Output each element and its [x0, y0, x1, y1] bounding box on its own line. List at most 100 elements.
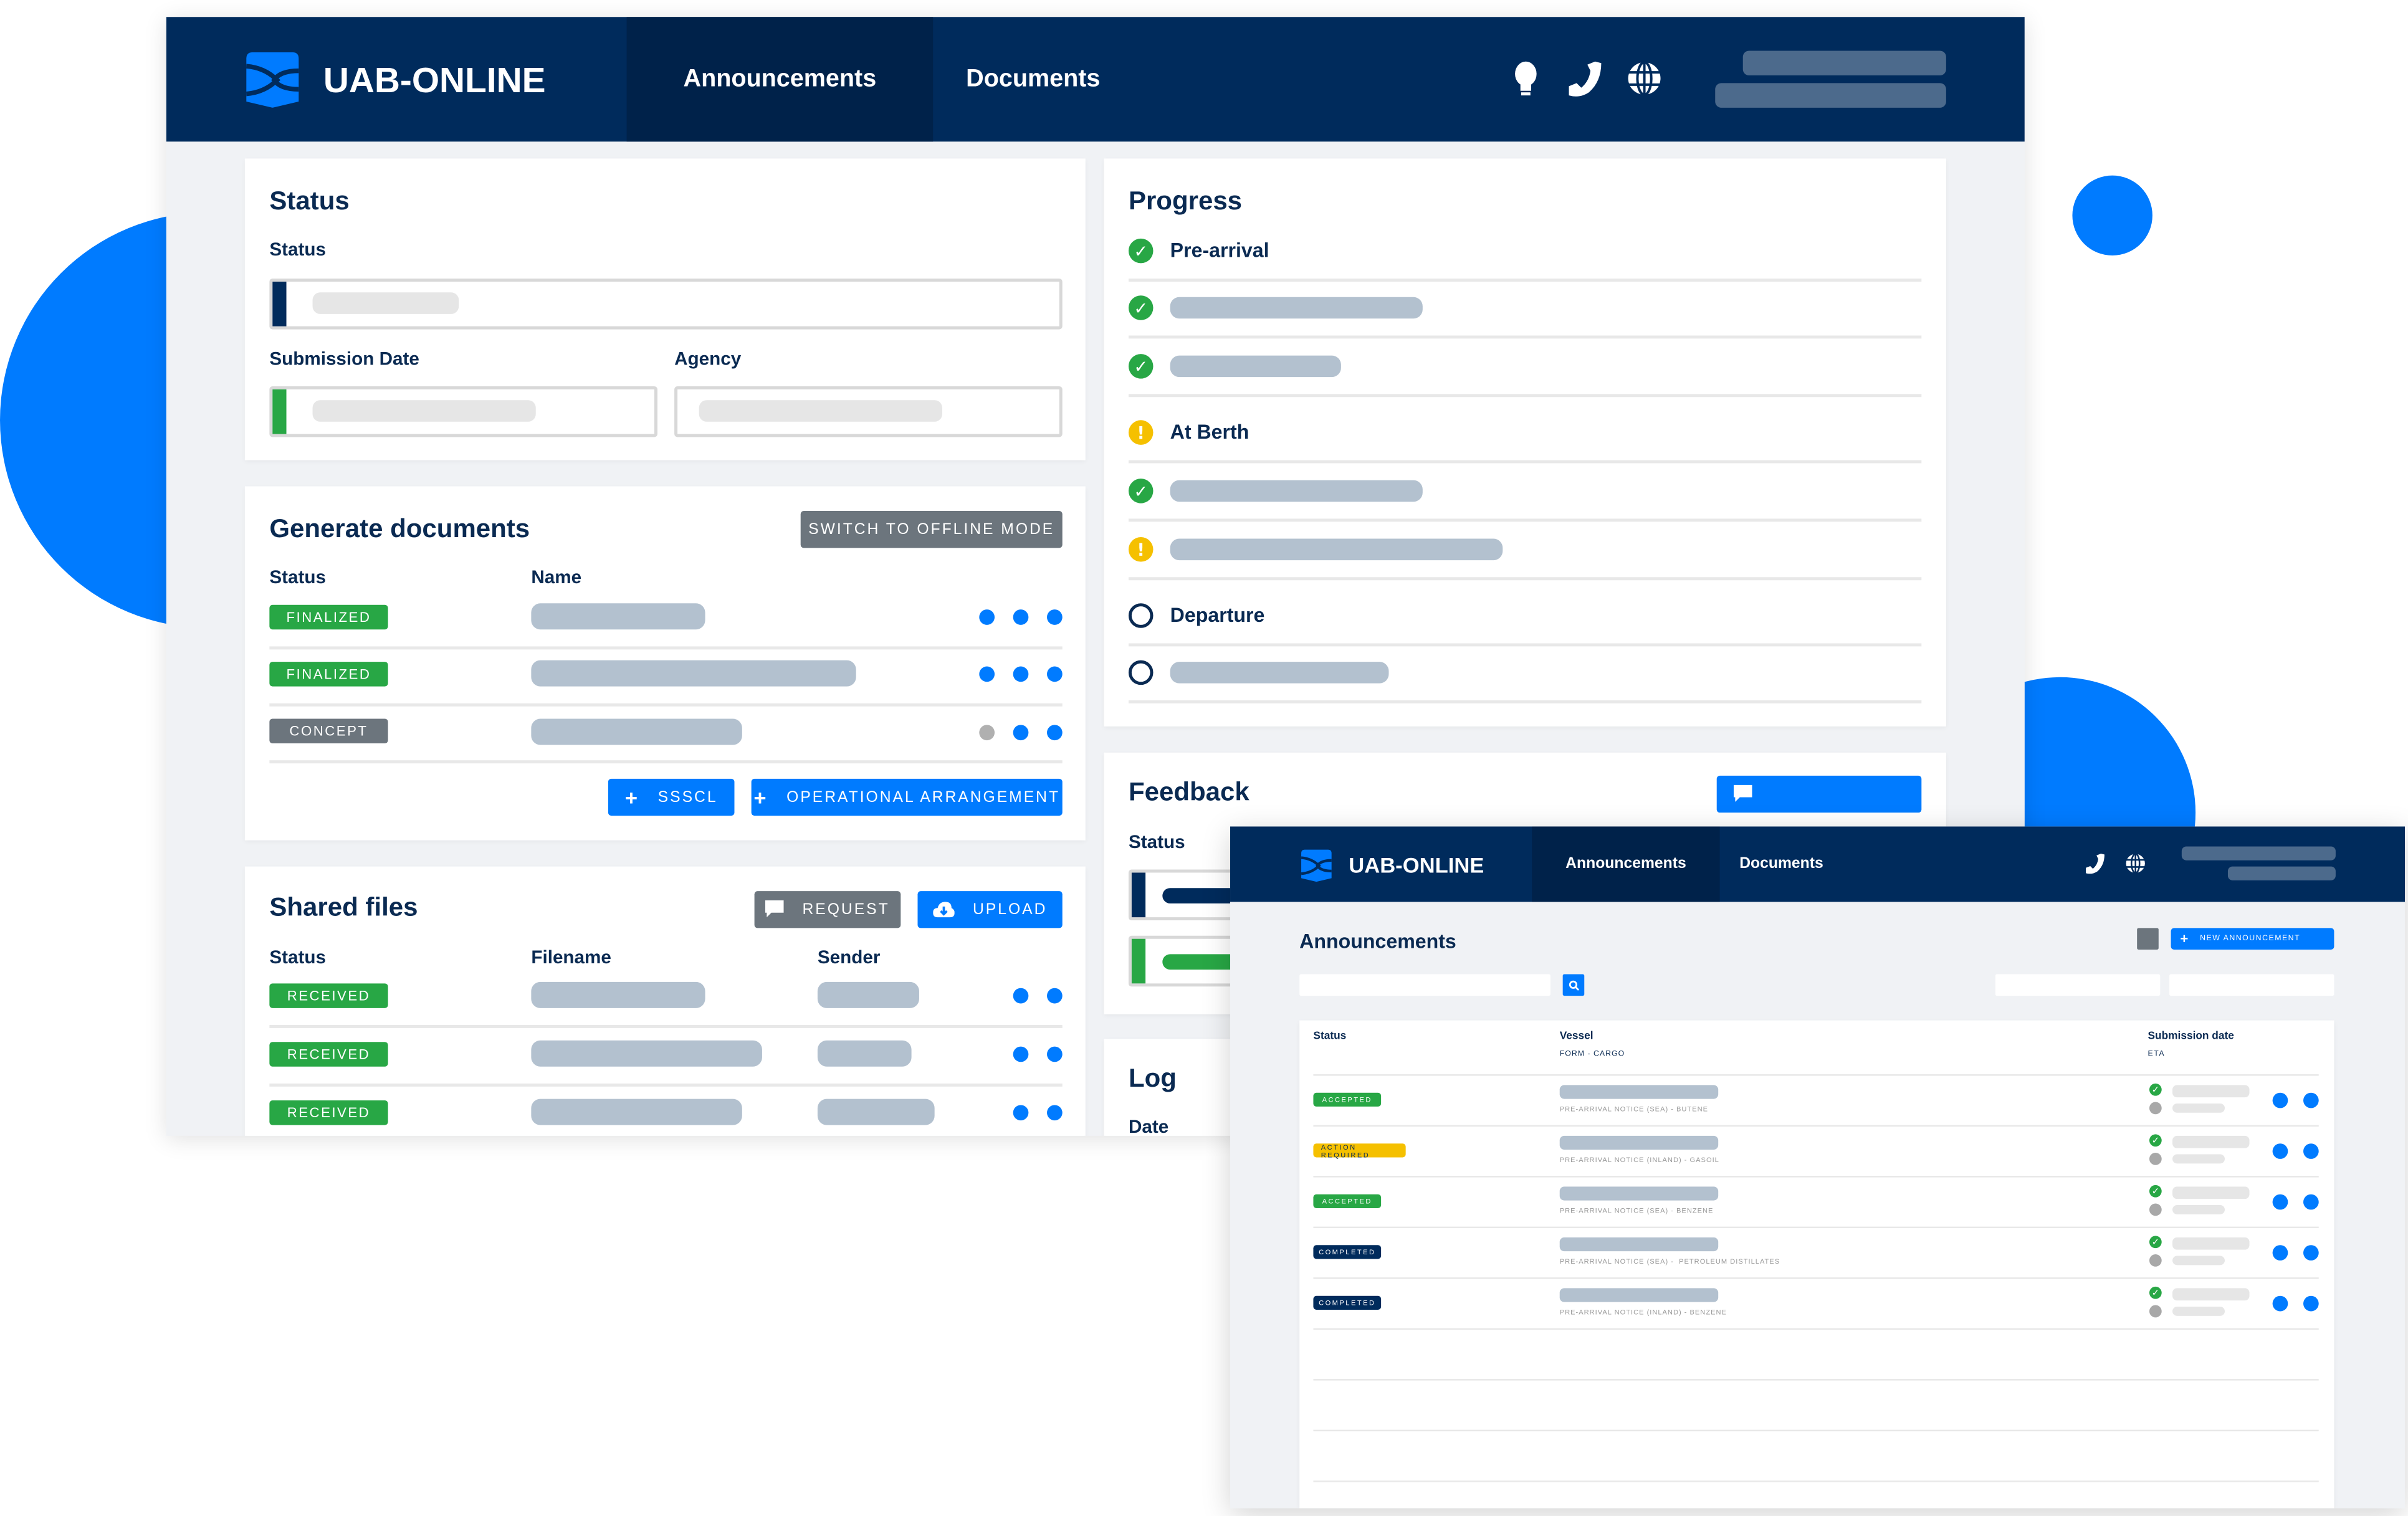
- logo-icon: [246, 52, 299, 108]
- action-dot[interactable]: [1013, 1105, 1029, 1121]
- submission-date-placeholder: [2172, 1085, 2250, 1098]
- comment-icon: [765, 900, 784, 918]
- status-badge: COMPLETED: [1313, 1245, 1382, 1259]
- status-field[interactable]: [269, 279, 1063, 330]
- action-dot[interactable]: [2303, 1143, 2319, 1159]
- phone-icon[interactable]: [2083, 852, 2106, 874]
- filename-placeholder: [531, 1040, 762, 1067]
- action-dot[interactable]: [1047, 988, 1063, 1004]
- vessel-name-placeholder: [1559, 1085, 1719, 1099]
- filename-placeholder: [531, 1099, 742, 1125]
- progress-substep-placeholder: [1170, 297, 1423, 319]
- action-dot[interactable]: [2272, 1295, 2288, 1312]
- progress-substep-placeholder: [1170, 480, 1423, 502]
- field-placeholder: [699, 400, 943, 422]
- table-row[interactable]: COMPLETED PRE-ARRIVAL NOTICE (SEA) - PETR…: [1299, 1228, 2334, 1279]
- submission-date-placeholder: [2172, 1237, 2250, 1250]
- action-dot[interactable]: [2303, 1194, 2319, 1210]
- button-label: REQUEST: [802, 901, 890, 918]
- lightbulb-icon[interactable]: [1509, 60, 1542, 97]
- form-cargo-text: PRE-ARRIVAL NOTICE (INLAND) - BENZENE: [1559, 1308, 1727, 1316]
- add-ssscl-button[interactable]: + SSSCL: [608, 778, 735, 816]
- request-button[interactable]: REQUEST: [754, 891, 901, 928]
- brand[interactable]: UAB-ONLINE: [243, 51, 546, 110]
- status-badge: COMPLETED: [1313, 1295, 1382, 1310]
- nav-tab-documents[interactable]: Documents: [933, 17, 1133, 141]
- action-dot[interactable]: [979, 609, 995, 625]
- agency-field[interactable]: [674, 386, 1063, 437]
- table-row[interactable]: ACCEPTED PRE-ARRIVAL NOTICE (SEA) - BENZE…: [1299, 1178, 2334, 1229]
- check-circle-icon: ✓: [1128, 238, 1154, 264]
- row-divider: [1128, 279, 1922, 282]
- action-dot[interactable]: [2303, 1295, 2319, 1312]
- button-label: UPLOAD: [972, 901, 1048, 918]
- nav-tab-announcements[interactable]: Announcements: [626, 17, 934, 142]
- search-input[interactable]: [1299, 974, 1550, 996]
- shared-files-title: Shared files: [269, 892, 418, 922]
- add-operational-arrangement-button[interactable]: + OPERATIONAL ARRANGEMENT: [751, 778, 1063, 816]
- action-dot[interactable]: [979, 666, 995, 682]
- filter-toggle-button[interactable]: [2137, 928, 2159, 950]
- comment-icon: [1733, 784, 1752, 802]
- vessel-name-placeholder: [1559, 1288, 1719, 1302]
- action-dot[interactable]: [1047, 609, 1063, 625]
- column-subheader-eta: ETA: [2148, 1049, 2166, 1059]
- status-badge: ACTION REQUIRED: [1313, 1143, 1406, 1158]
- clock-icon: [2149, 1153, 2162, 1165]
- sender-placeholder: [817, 981, 919, 1008]
- action-dot[interactable]: [2272, 1092, 2288, 1108]
- user-org-placeholder[interactable]: [1715, 83, 1946, 108]
- table-row[interactable]: ACTION REQUIRED PRE-ARRIVAL NOTICE (INLAN…: [1299, 1127, 2334, 1178]
- action-dot[interactable]: [2303, 1245, 2319, 1261]
- action-dot[interactable]: [1013, 725, 1029, 741]
- feedback-button[interactable]: [1716, 775, 1922, 813]
- row-divider: [269, 1083, 1063, 1087]
- search-button[interactable]: [1562, 974, 1585, 996]
- filter-field-2[interactable]: [2169, 974, 2334, 996]
- upload-button[interactable]: UPLOAD: [917, 891, 1063, 928]
- action-dot[interactable]: [1047, 725, 1063, 741]
- button-label: NEW ANNOUNCEMENT: [2200, 934, 2301, 944]
- submission-date-placeholder: [2172, 1135, 2250, 1148]
- check-circle-icon: ✓: [2149, 1286, 2162, 1299]
- column-header-sender: Sender: [817, 946, 881, 968]
- action-dot[interactable]: [1047, 1105, 1063, 1121]
- globe-icon[interactable]: [2124, 852, 2146, 874]
- status-card-title: Status: [269, 186, 350, 216]
- action-dot[interactable]: [1047, 666, 1063, 682]
- progress-step-label: Departure: [1170, 603, 1265, 627]
- brand[interactable]: UAB-ONLINE: [1299, 845, 1484, 885]
- column-header-vessel: Vessel: [1559, 1031, 1593, 1042]
- action-dot[interactable]: [2272, 1194, 2288, 1210]
- action-dot[interactable]: [1047, 1046, 1063, 1062]
- row-divider: [269, 646, 1063, 650]
- user-org-placeholder[interactable]: [2227, 866, 2336, 880]
- nav-tab-announcements[interactable]: Announcements: [1532, 826, 1720, 902]
- row-divider: [1313, 1328, 2319, 1330]
- filter-field-1[interactable]: [1995, 974, 2161, 996]
- action-dot[interactable]: [2272, 1245, 2288, 1261]
- table-row[interactable]: COMPLETED PRE-ARRIVAL NOTICE (INLAND) - B…: [1299, 1279, 2334, 1330]
- progress-substep-placeholder: [1170, 662, 1389, 684]
- column-header-status: Status: [269, 946, 326, 968]
- user-name-placeholder[interactable]: [1742, 50, 1946, 76]
- action-dot[interactable]: [1013, 609, 1029, 625]
- table-row[interactable]: ACCEPTED PRE-ARRIVAL NOTICE (SEA) - BUTEN…: [1299, 1076, 2334, 1127]
- date-indicator: [272, 389, 287, 434]
- action-dot[interactable]: [1013, 1046, 1029, 1062]
- switch-offline-button[interactable]: SWITCH TO OFFLINE MODE: [800, 511, 1063, 548]
- action-dot[interactable]: [1013, 666, 1029, 682]
- phone-icon[interactable]: [1564, 60, 1604, 97]
- check-circle-icon: ✓: [1128, 354, 1154, 379]
- action-dot[interactable]: [2272, 1143, 2288, 1159]
- user-name-placeholder[interactable]: [2181, 846, 2336, 860]
- eta-placeholder: [2172, 1103, 2225, 1113]
- submission-date-field[interactable]: [269, 386, 657, 437]
- name-placeholder: [531, 718, 742, 745]
- action-dot[interactable]: [1013, 988, 1029, 1004]
- nav-tab-documents[interactable]: Documents: [1720, 826, 1843, 902]
- globe-icon[interactable]: [1626, 60, 1663, 97]
- new-announcement-button[interactable]: + NEW ANNOUNCEMENT: [2171, 928, 2334, 950]
- action-dot[interactable]: [2303, 1092, 2319, 1108]
- field-indicator: [1131, 872, 1146, 918]
